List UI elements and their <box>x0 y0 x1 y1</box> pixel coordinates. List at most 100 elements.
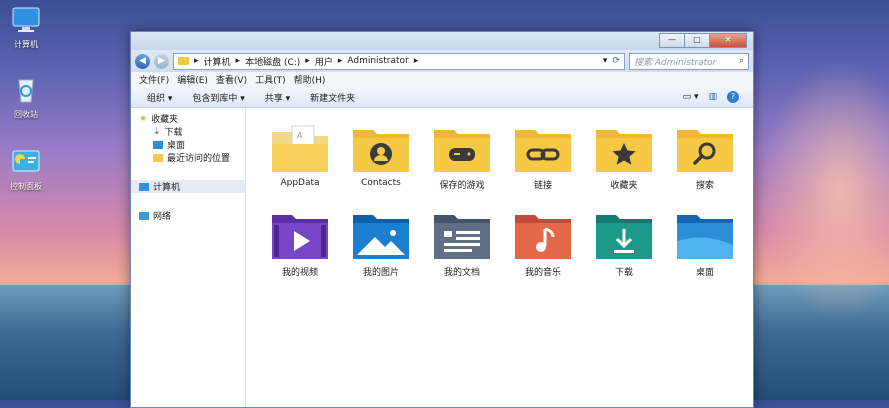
folder-searches[interactable]: 搜索 <box>669 124 741 191</box>
folder-downloads[interactable]: 下载 <box>588 211 660 278</box>
forward-button[interactable]: ▶ <box>154 53 169 69</box>
folder-links[interactable]: 链接 <box>507 124 579 191</box>
folder-pictures-label: 我的图片 <box>362 268 399 278</box>
file-list: A AppData Contacts 保存的游戏 链接 收藏夹 搜索 我的视频 … <box>246 108 753 407</box>
chevron-right-icon: ▸ <box>305 56 310 66</box>
breadcrumb-administrator[interactable]: Administrator <box>347 56 408 66</box>
new-folder-button[interactable]: 新建文件夹 <box>310 91 355 104</box>
contacts-folder-icon <box>353 130 409 172</box>
preview-pane-icon[interactable]: ▥ <box>708 92 717 102</box>
nav-desktop-label: 桌面 <box>167 141 186 151</box>
help-icon[interactable]: ? <box>727 91 739 103</box>
share-button[interactable]: 共享 ▾ <box>265 91 290 104</box>
nav-network[interactable]: 网络 <box>131 209 245 222</box>
search-input[interactable]: 搜索 Administrator ⌕ <box>629 52 749 70</box>
folder-contacts[interactable]: Contacts <box>345 124 417 188</box>
nav-computer[interactable]: 计算机 <box>131 180 245 193</box>
control-panel-icon <box>12 150 40 172</box>
nav-favorites-label: 收藏夹 <box>151 115 179 125</box>
nav-favorites[interactable]: ★ 收藏夹 <box>131 112 245 126</box>
minimize-button[interactable]: — <box>659 33 685 48</box>
links-folder-icon <box>515 130 571 172</box>
dropdown-arrow-icon[interactable]: ▾ <box>603 56 608 66</box>
computer-icon <box>12 7 40 32</box>
folder-icon <box>178 57 189 65</box>
nav-downloads-label: 下载 <box>164 128 183 138</box>
folder-searches-label: 搜索 <box>695 181 714 191</box>
menu-tools[interactable]: 工具(T) <box>255 73 286 86</box>
nav-computer-label: 计算机 <box>153 183 181 193</box>
nav-downloads[interactable]: ⇣ 下载 <box>131 125 245 139</box>
desktop-folder-icon <box>677 215 733 259</box>
view-options-icon[interactable]: ▭ ▾ <box>683 92 699 102</box>
desktop-icon-recycle-bin[interactable]: 回收站 <box>0 76 52 120</box>
maximize-button[interactable]: □ <box>684 33 710 48</box>
pictures-folder-icon <box>353 215 409 259</box>
toolbar-right: ▭ ▾ ▥ ? <box>683 91 739 103</box>
breadcrumb-local-disk[interactable]: 本地磁盘 (C:) <box>245 55 300 68</box>
close-button[interactable]: ✕ <box>709 33 747 48</box>
folder-videos[interactable]: 我的视频 <box>264 211 336 278</box>
svg-text:A: A <box>297 131 303 140</box>
folder-music-label: 我的音乐 <box>524 268 561 278</box>
address-bar[interactable]: ▸ 计算机 ▸ 本地磁盘 (C:) ▸ 用户 ▸ Administrator ▸… <box>173 52 625 70</box>
folder-desktop-label: 桌面 <box>695 268 714 278</box>
search-folder-icon <box>677 130 733 172</box>
nav-recent-places-label: 最近访问的位置 <box>167 154 231 164</box>
download-icon: ⇣ <box>153 126 161 137</box>
folder-documents-label: 我的文档 <box>443 268 480 278</box>
downloads-folder-icon <box>596 215 652 259</box>
folder-documents[interactable]: 我的文档 <box>426 211 498 278</box>
desktop-sunset-glow <box>760 60 889 320</box>
folder-videos-label: 我的视频 <box>281 268 318 278</box>
command-toolbar: 组织 ▾ 包含到库中 ▾ 共享 ▾ 新建文件夹 ▭ ▾ ▥ ? <box>131 87 753 108</box>
desktop-icon <box>153 140 163 149</box>
nav-network-label: 网络 <box>153 212 172 222</box>
address-row: ◀ ▶ ▸ 计算机 ▸ 本地磁盘 (C:) ▸ 用户 ▸ Administrat… <box>131 50 753 72</box>
folder-desktop[interactable]: 桌面 <box>669 211 741 278</box>
folder-music[interactable]: 我的音乐 <box>507 211 579 278</box>
desktop-icon-computer[interactable]: 计算机 <box>0 6 52 50</box>
menu-file[interactable]: 文件(F) <box>139 73 169 86</box>
search-icon: ⌕ <box>738 56 744 66</box>
window-body: ★ 收藏夹 ⇣ 下载 桌面 最近访问的位置 计算机 网络 A AppData C… <box>131 108 753 407</box>
breadcrumb-users[interactable]: 用户 <box>315 55 333 68</box>
chevron-right-icon: ▸ <box>337 56 343 66</box>
desktop-icon-control-panel[interactable]: 控制面板 <box>0 148 52 192</box>
folder-links-label: 链接 <box>533 181 552 191</box>
window-controls: — □ ✕ <box>659 33 747 48</box>
chevron-right-icon: ▸ <box>413 56 419 66</box>
star-icon: ★ <box>139 113 148 124</box>
favorites-folder-icon <box>596 130 652 172</box>
folder-saved-games-label: 保存的游戏 <box>439 181 485 191</box>
menu-view[interactable]: 查看(V) <box>216 73 247 86</box>
include-in-library-button[interactable]: 包含到库中 ▾ <box>192 91 244 104</box>
navigation-pane: ★ 收藏夹 ⇣ 下载 桌面 最近访问的位置 计算机 网络 <box>131 108 246 407</box>
search-placeholder: 搜索 Administrator <box>634 57 717 68</box>
folder-saved-games[interactable]: 保存的游戏 <box>426 124 498 191</box>
folder-pictures[interactable]: 我的图片 <box>345 211 417 278</box>
nav-desktop[interactable]: 桌面 <box>131 138 245 151</box>
menu-edit[interactable]: 编辑(E) <box>177 73 208 86</box>
breadcrumb-computer[interactable]: 计算机 <box>204 55 231 68</box>
folder-appdata[interactable]: A AppData <box>264 124 336 188</box>
saved-games-folder-icon <box>434 130 490 172</box>
explorer-window: — □ ✕ ◀ ▶ ▸ 计算机 ▸ 本地磁盘 (C:) ▸ 用户 ▸ Admin… <box>130 31 754 408</box>
desktop-icon-recycle-bin-label: 回收站 <box>14 110 38 119</box>
chevron-right-icon: ▸ <box>194 56 199 66</box>
nav-recent-places[interactable]: 最近访问的位置 <box>131 151 245 164</box>
computer-icon <box>139 182 149 191</box>
folder-appdata-label: AppData <box>280 178 320 188</box>
refresh-icon[interactable]: ⟳ <box>612 56 620 66</box>
menu-help[interactable]: 帮助(H) <box>294 73 326 86</box>
back-button[interactable]: ◀ <box>135 53 150 69</box>
documents-folder-icon <box>434 215 490 259</box>
appdata-folder-icon: A <box>272 125 328 172</box>
network-icon <box>139 211 149 220</box>
title-bar[interactable]: — □ ✕ <box>131 32 753 50</box>
folder-contacts-label: Contacts <box>361 178 401 188</box>
folder-favorites-label: 收藏夹 <box>610 181 638 191</box>
organize-button[interactable]: 组织 ▾ <box>147 91 172 104</box>
chevron-right-icon: ▸ <box>235 56 241 66</box>
folder-favorites[interactable]: 收藏夹 <box>588 124 660 191</box>
